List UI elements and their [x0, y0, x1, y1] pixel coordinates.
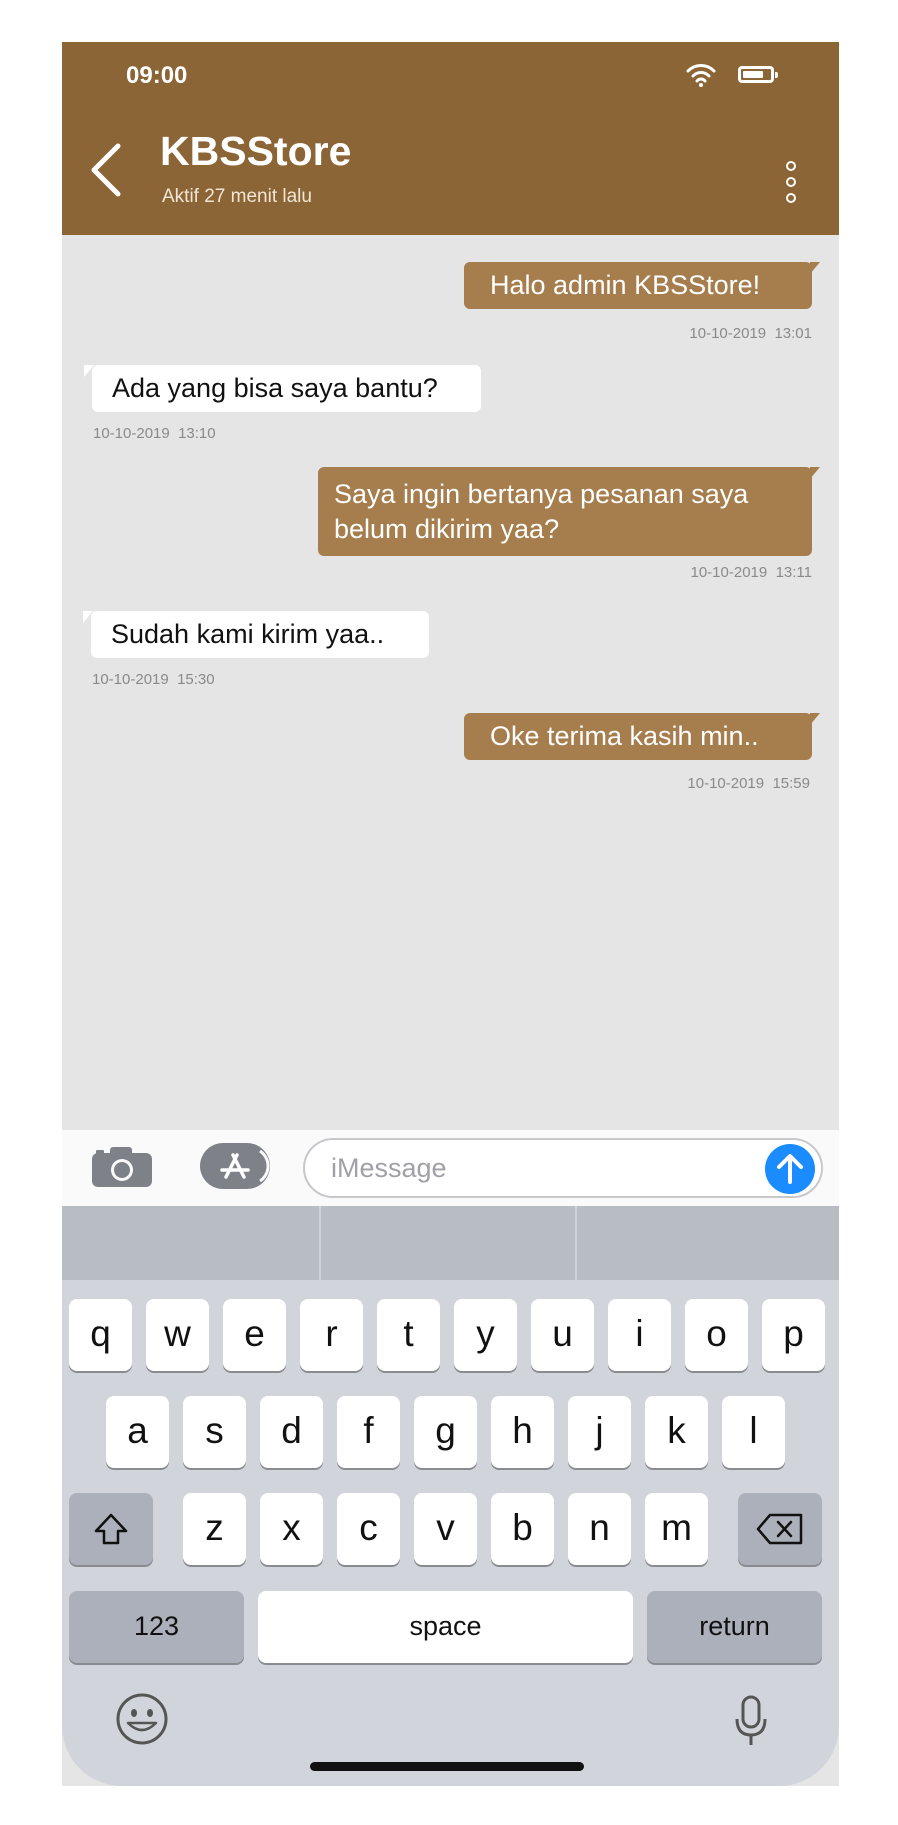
delete-key[interactable] — [738, 1493, 822, 1565]
message-bubble-outgoing[interactable]: Halo admin KBSStore! — [464, 262, 812, 309]
key-z[interactable]: z — [183, 1493, 246, 1565]
message-timestamp: 10-10-2019 13:01 — [689, 325, 812, 342]
space-key[interactable]: space — [258, 1591, 633, 1663]
camera-icon[interactable] — [90, 1146, 154, 1188]
key-b[interactable]: b — [491, 1493, 554, 1565]
arrow-up-icon — [777, 1154, 803, 1184]
message-composer: iMessage — [62, 1130, 839, 1206]
wifi-icon — [686, 64, 716, 87]
key-t[interactable]: t — [377, 1299, 440, 1371]
message-timestamp: 10-10-2019 15:59 — [687, 775, 810, 792]
input-placeholder: iMessage — [331, 1153, 447, 1183]
battery-icon — [738, 66, 778, 83]
key-s[interactable]: s — [183, 1396, 246, 1468]
message-bubble-outgoing[interactable]: Saya ingin bertanya pesanan saya belum d… — [318, 467, 812, 556]
key-y[interactable]: y — [454, 1299, 517, 1371]
key-g[interactable]: g — [414, 1396, 477, 1468]
emoji-icon[interactable] — [114, 1691, 170, 1747]
status-time: 09:00 — [126, 62, 188, 89]
message-text: Oke terima kasih min.. — [490, 721, 759, 751]
shift-key[interactable] — [69, 1493, 153, 1565]
keyboard: q w e r t y u i o p a s d f g h j k l z … — [62, 1206, 839, 1786]
key-o[interactable]: o — [685, 1299, 748, 1371]
key-n[interactable]: n — [568, 1493, 631, 1565]
key-f[interactable]: f — [337, 1396, 400, 1468]
key-c[interactable]: c — [337, 1493, 400, 1565]
microphone-icon[interactable] — [731, 1693, 771, 1749]
key-x[interactable]: x — [260, 1493, 323, 1565]
chat-header: 09:00 KBSStore Aktif 27 menit lalu — [62, 42, 839, 235]
return-key[interactable]: return — [647, 1591, 822, 1663]
key-u[interactable]: u — [531, 1299, 594, 1371]
key-e[interactable]: e — [223, 1299, 286, 1371]
key-m[interactable]: m — [645, 1493, 708, 1565]
phone-screen: 09:00 KBSStore Aktif 27 menit lalu Halo … — [62, 42, 839, 1786]
message-text: Ada yang bisa saya bantu? — [112, 373, 438, 403]
key-l[interactable]: l — [722, 1396, 785, 1468]
key-v[interactable]: v — [414, 1493, 477, 1565]
app-store-icon[interactable] — [200, 1143, 270, 1189]
key-j[interactable]: j — [568, 1396, 631, 1468]
chevron-left-icon[interactable] — [84, 138, 128, 202]
key-d[interactable]: d — [260, 1396, 323, 1468]
key-p[interactable]: p — [762, 1299, 825, 1371]
last-seen-status: Aktif 27 menit lalu — [162, 186, 312, 207]
key-h[interactable]: h — [491, 1396, 554, 1468]
imessage-input[interactable]: iMessage — [303, 1138, 823, 1198]
message-bubble-outgoing[interactable]: Oke terima kasih min.. — [464, 713, 812, 760]
message-bubble-incoming[interactable]: Sudah kami kirim yaa.. — [91, 611, 429, 658]
home-indicator[interactable] — [310, 1762, 584, 1771]
message-timestamp: 10-10-2019 13:11 — [690, 564, 813, 581]
key-k[interactable]: k — [645, 1396, 708, 1468]
message-bubble-incoming[interactable]: Ada yang bisa saya bantu? — [92, 365, 481, 412]
numbers-key[interactable]: 123 — [69, 1591, 244, 1663]
key-w[interactable]: w — [146, 1299, 209, 1371]
shift-icon — [94, 1513, 128, 1545]
key-a[interactable]: a — [106, 1396, 169, 1468]
key-q[interactable]: q — [69, 1299, 132, 1371]
message-text: Sudah kami kirim yaa.. — [111, 619, 385, 649]
backspace-icon — [756, 1513, 803, 1545]
message-text: Halo admin KBSStore! — [490, 270, 761, 300]
message-timestamp: 10-10-2019 15:30 — [92, 671, 215, 688]
key-r[interactable]: r — [300, 1299, 363, 1371]
contact-name: KBSStore — [160, 128, 352, 174]
predictive-bar — [62, 1206, 839, 1280]
vertical-ellipsis-icon[interactable] — [784, 161, 798, 203]
message-timestamp: 10-10-2019 13:10 — [93, 425, 216, 442]
send-button[interactable] — [765, 1144, 815, 1194]
key-i[interactable]: i — [608, 1299, 671, 1371]
message-text: Saya ingin bertanya pesanan saya belum d… — [334, 479, 749, 544]
